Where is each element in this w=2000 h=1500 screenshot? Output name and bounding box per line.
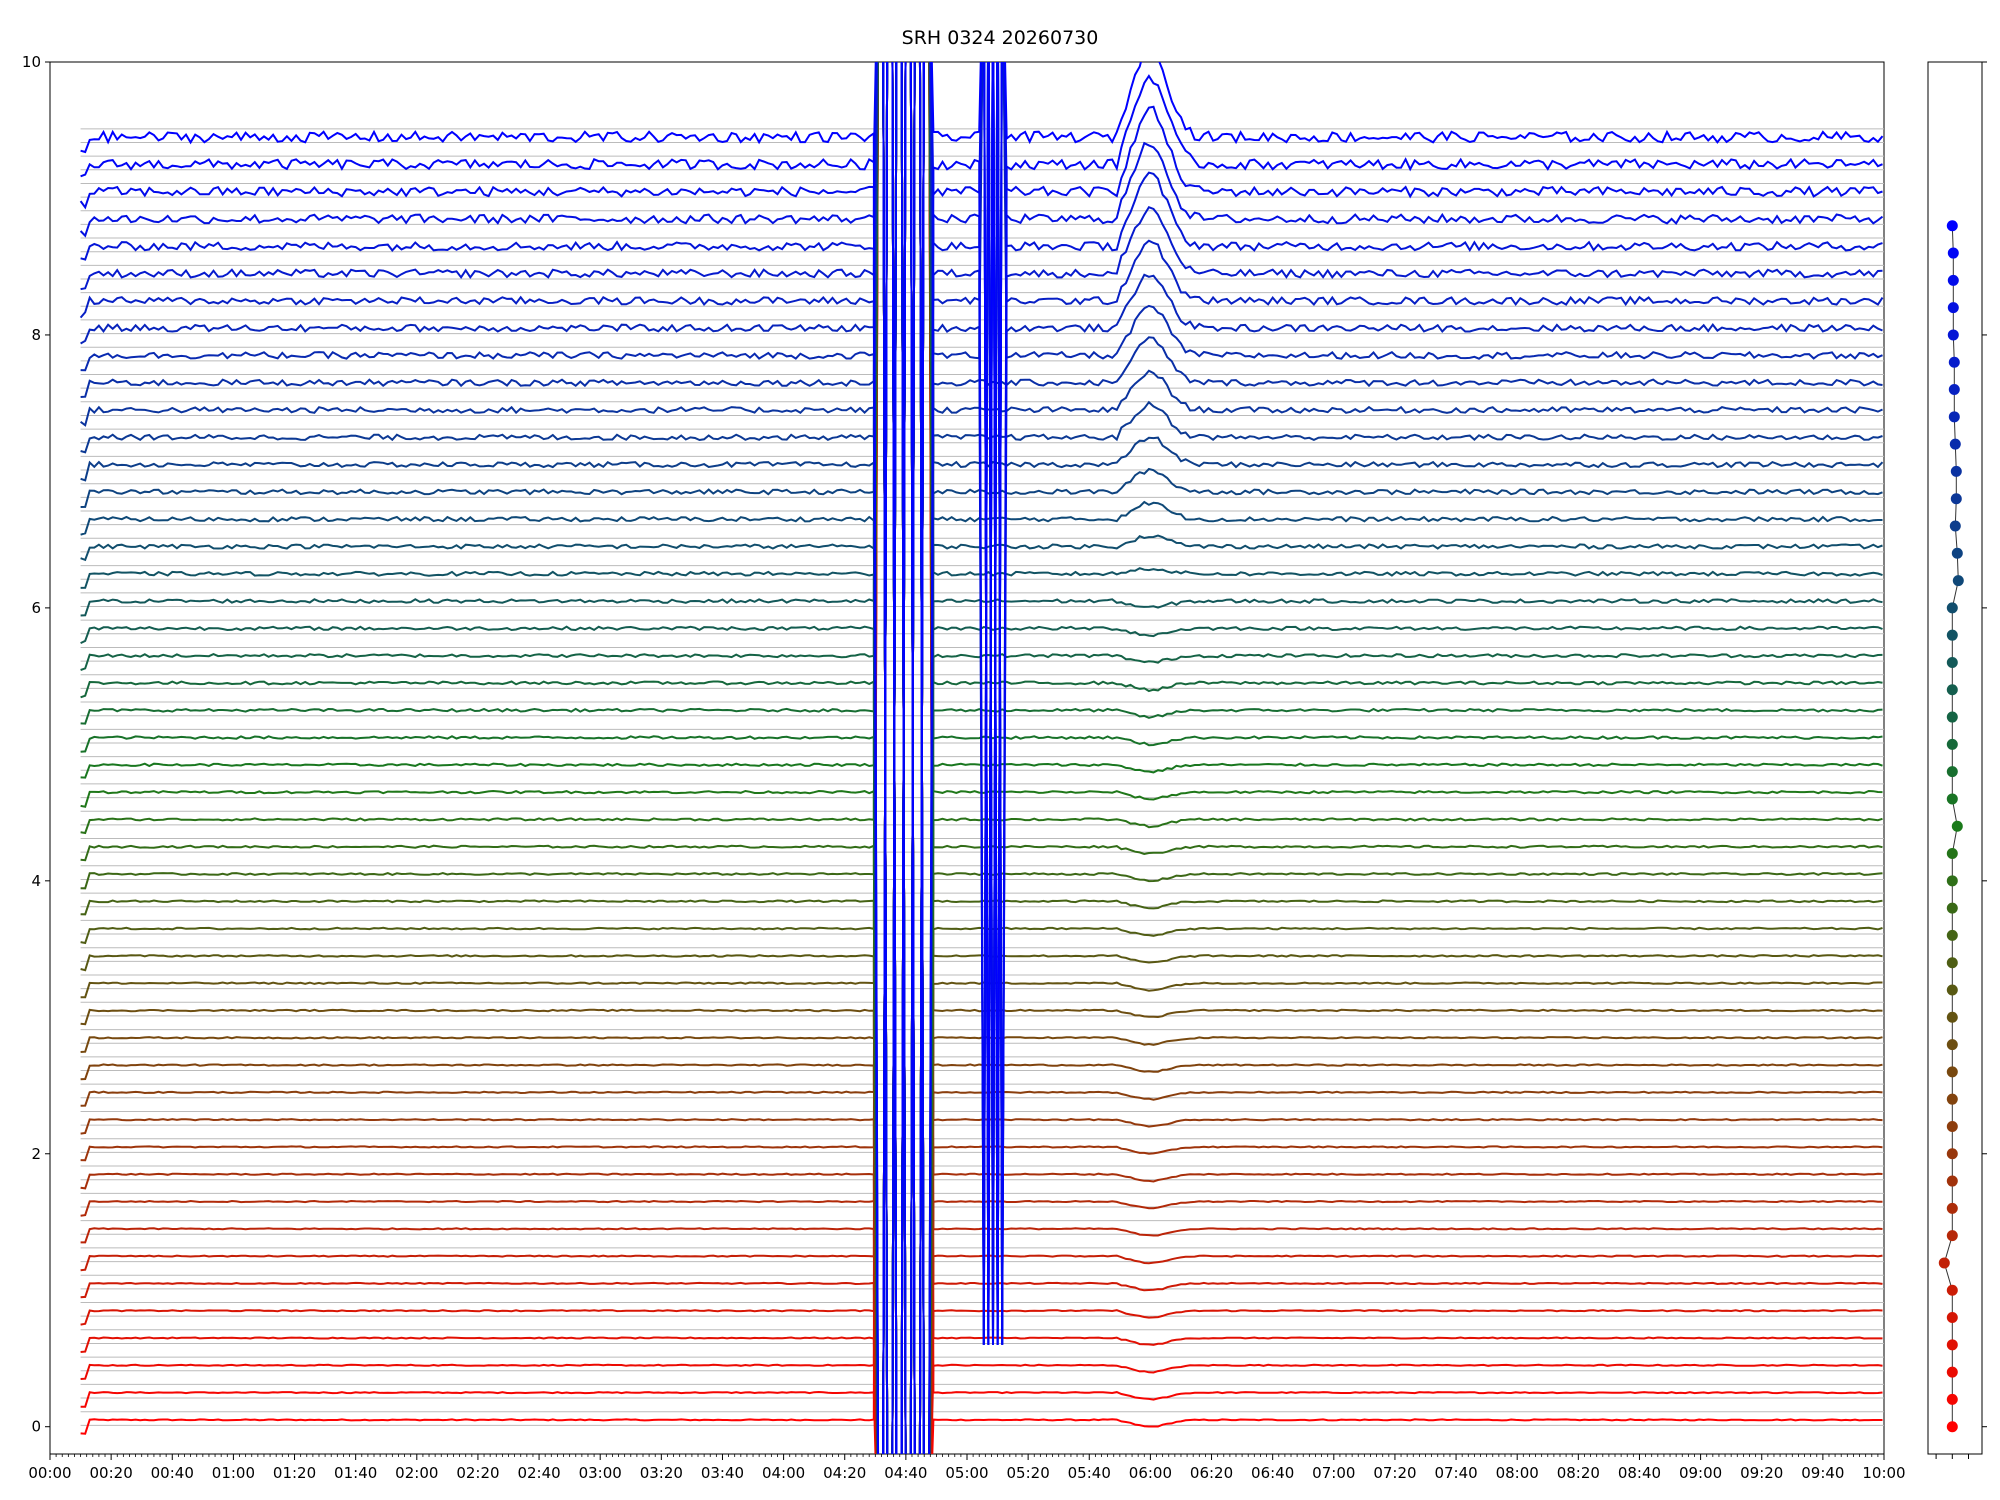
x-tick-label: 06:00: [1129, 1464, 1172, 1482]
side-point: [1946, 1093, 1958, 1105]
x-tick-label: 02:00: [395, 1464, 438, 1482]
y-tick-label: 8: [31, 326, 41, 344]
side-point: [1946, 848, 1958, 860]
x-tick-label: 01:40: [334, 1464, 377, 1482]
x-tick-label: 05:00: [945, 1464, 988, 1482]
side-point: [1947, 329, 1959, 341]
x-tick-label: 09:40: [1801, 1464, 1844, 1482]
x-tick-label: 06:20: [1190, 1464, 1233, 1482]
side-point: [1946, 1230, 1958, 1242]
side-point: [1946, 875, 1958, 887]
side-point: [1946, 602, 1958, 614]
x-tick-label: 08:20: [1557, 1464, 1600, 1482]
side-point: [1947, 302, 1959, 314]
side-point: [1946, 1366, 1958, 1378]
side-point: [1951, 820, 1963, 832]
y-tick-label: 10: [22, 53, 41, 71]
side-point: [1946, 1066, 1958, 1078]
y-tick-label: 6: [31, 599, 41, 617]
side-point: [1946, 738, 1958, 750]
x-tick-label: 09:20: [1740, 1464, 1783, 1482]
x-tick-label: 02:20: [456, 1464, 499, 1482]
side-point: [1949, 438, 1961, 450]
side-point: [1946, 1202, 1958, 1214]
side-point: [1951, 547, 1963, 559]
side-point: [1948, 384, 1960, 396]
side-point: [1946, 656, 1958, 668]
side-point: [1946, 711, 1958, 723]
side-point: [1946, 984, 1958, 996]
x-tick-label: 01:00: [212, 1464, 255, 1482]
side-point: [1948, 356, 1960, 368]
x-tick-label: 03:20: [640, 1464, 683, 1482]
side-point: [1947, 247, 1959, 259]
y-tick-label: 4: [31, 872, 41, 890]
main-plot: 0 2 4 6 8 10 00:00 00:20 00:40 01:00 01:20 01:40 02:…: [22, 53, 1906, 1482]
side-point: [1946, 929, 1958, 941]
side-point: [1947, 274, 1959, 286]
x-tick-label: 00:00: [28, 1464, 71, 1482]
x-tick-label: 03:40: [701, 1464, 744, 1482]
side-plot: [1927, 61, 1987, 1459]
side-point: [1946, 684, 1958, 696]
x-tick-label: 07:20: [1373, 1464, 1416, 1482]
x-tick-label: 04:20: [823, 1464, 866, 1482]
side-point: [1946, 629, 1958, 641]
x-tick-label: 10:00: [1862, 1464, 1905, 1482]
side-point: [1946, 793, 1958, 805]
side-point: [1949, 520, 1961, 532]
x-tick-label: 07:40: [1434, 1464, 1477, 1482]
x-tick-label: 04:00: [762, 1464, 805, 1482]
side-point: [1952, 575, 1964, 587]
side-point: [1946, 220, 1958, 232]
side-point: [1950, 465, 1962, 477]
chart-title: SRH 0324 20260730: [902, 27, 1099, 49]
main-axes-frame: [49, 61, 1885, 1455]
side-point: [1946, 902, 1958, 914]
x-tick-label: 07:00: [1312, 1464, 1355, 1482]
side-point: [1946, 957, 1958, 969]
y-tick-label: 2: [31, 1145, 41, 1163]
side-point: [1946, 1175, 1958, 1187]
x-tick-label: 08:40: [1618, 1464, 1661, 1482]
y-tick-label: 0: [31, 1418, 41, 1436]
side-point: [1946, 1039, 1958, 1051]
side-point: [1946, 1148, 1958, 1160]
x-tick-label: 08:00: [1496, 1464, 1539, 1482]
traces-group: [79, 62, 1884, 1454]
x-tick-label: 02:40: [517, 1464, 560, 1482]
x-tick-label: 09:00: [1679, 1464, 1722, 1482]
side-point: [1946, 1312, 1958, 1324]
side-point: [1946, 1284, 1958, 1296]
x-tick-label: 06:40: [1251, 1464, 1294, 1482]
x-tick-label: 05:20: [1007, 1464, 1050, 1482]
side-point: [1938, 1257, 1950, 1269]
side-point: [1948, 411, 1960, 423]
x-tick-label: 05:40: [1068, 1464, 1111, 1482]
x-tick-label: 01:20: [273, 1464, 316, 1482]
x-tick-label: 00:20: [90, 1464, 133, 1482]
chart-canvas: SRH 0324 20260730 0 2 4 6 8 10 00:00 00:20 00:40…: [22, 27, 1987, 1482]
side-point: [1946, 766, 1958, 778]
x-tick-label: 03:00: [579, 1464, 622, 1482]
side-point: [1946, 1421, 1958, 1433]
side-point: [1946, 1011, 1958, 1023]
x-tick-label: 00:40: [151, 1464, 194, 1482]
side-point: [1950, 493, 1962, 505]
side-point: [1946, 1393, 1958, 1405]
side-axes-frame: [1927, 61, 1983, 1455]
side-point: [1946, 1120, 1958, 1132]
side-point: [1946, 1339, 1958, 1351]
x-tick-label: 04:40: [884, 1464, 927, 1482]
